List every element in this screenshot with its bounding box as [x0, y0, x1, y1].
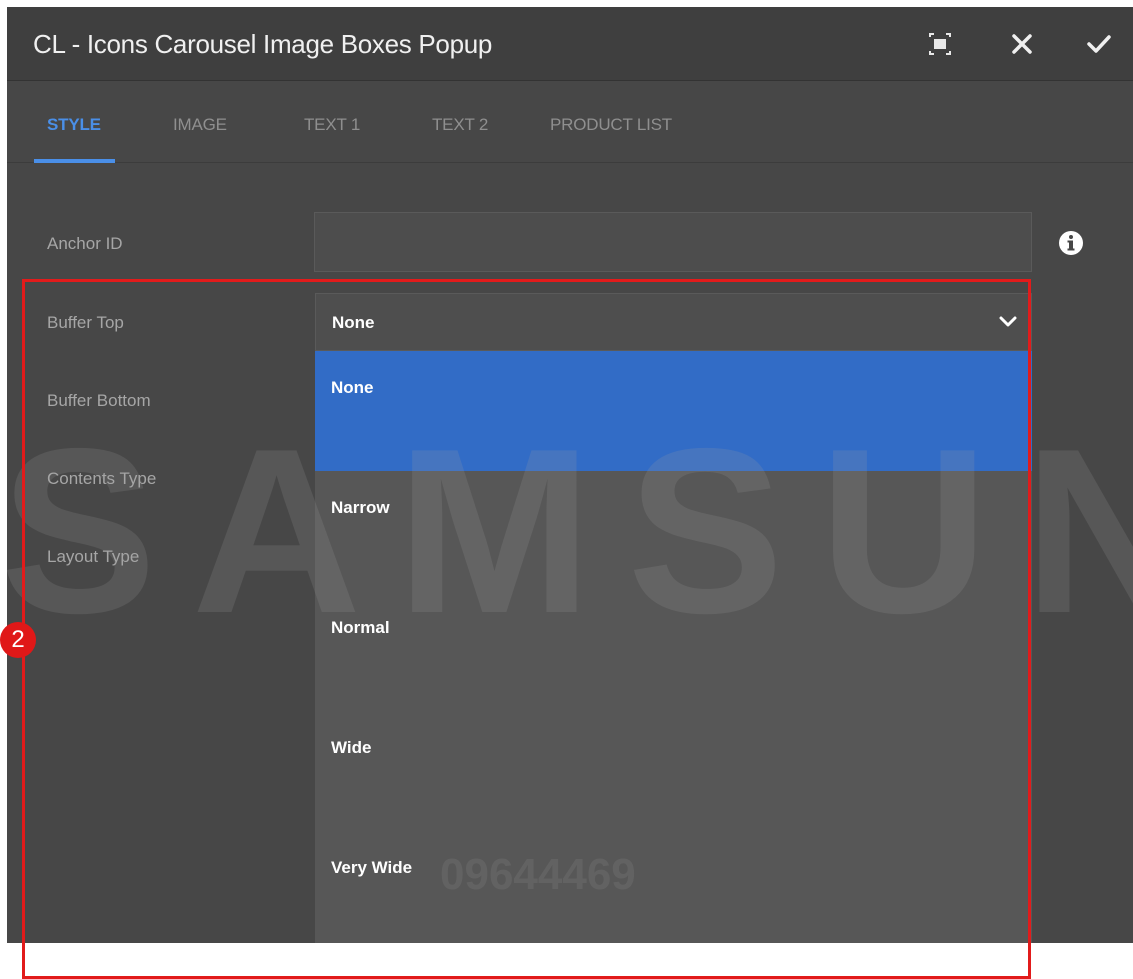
- tab-text-1[interactable]: TEXT 1: [304, 115, 360, 135]
- option-label: None: [331, 378, 374, 397]
- option-narrow[interactable]: Narrow: [315, 471, 1032, 591]
- option-none[interactable]: None: [315, 351, 1032, 471]
- tab-style[interactable]: STYLE: [47, 115, 101, 135]
- buffer-top-options-list: None Narrow Normal Wide Very Wide: [315, 351, 1032, 943]
- close-icon[interactable]: [1007, 29, 1037, 59]
- layout-type-label: Layout Type: [47, 547, 140, 566]
- tab-bar: STYLE IMAGE TEXT 1 TEXT 2 PRODUCT LIST: [7, 81, 1133, 163]
- checkmark-icon[interactable]: [1084, 29, 1114, 59]
- option-very-wide[interactable]: Very Wide: [315, 831, 1032, 943]
- option-label: Normal: [331, 618, 390, 637]
- step-badge: 2: [0, 622, 36, 658]
- buffer-top-label: Buffer Top: [47, 313, 124, 332]
- buffer-top-selected-value: None: [332, 313, 375, 332]
- option-label: Very Wide: [331, 858, 413, 877]
- info-icon[interactable]: [1057, 229, 1085, 257]
- dialog-titlebar: CL - Icons Carousel Image Boxes Popup: [7, 7, 1133, 81]
- tab-product-list[interactable]: PRODUCT LIST: [550, 115, 672, 135]
- buffer-bottom-label: Buffer Bottom: [47, 391, 151, 410]
- active-tab-indicator: [34, 159, 115, 163]
- fullscreen-icon[interactable]: [925, 29, 955, 59]
- dialog: CL - Icons Carousel Image Boxes Popup ST…: [7, 7, 1133, 943]
- anchor-id-input[interactable]: [314, 212, 1032, 272]
- option-wide[interactable]: Wide: [315, 711, 1032, 831]
- chevron-down-icon: [999, 316, 1017, 327]
- contents-type-label: Contents Type: [47, 469, 157, 488]
- option-label: Narrow: [331, 498, 390, 517]
- buffer-top-select[interactable]: None: [315, 293, 1032, 351]
- anchor-id-label: Anchor ID: [47, 234, 123, 253]
- option-normal[interactable]: Normal: [315, 591, 1032, 711]
- dialog-title: CL - Icons Carousel Image Boxes Popup: [33, 29, 493, 59]
- option-label: Wide: [331, 738, 372, 757]
- tab-text-2[interactable]: TEXT 2: [432, 115, 488, 135]
- tab-image[interactable]: IMAGE: [173, 115, 227, 135]
